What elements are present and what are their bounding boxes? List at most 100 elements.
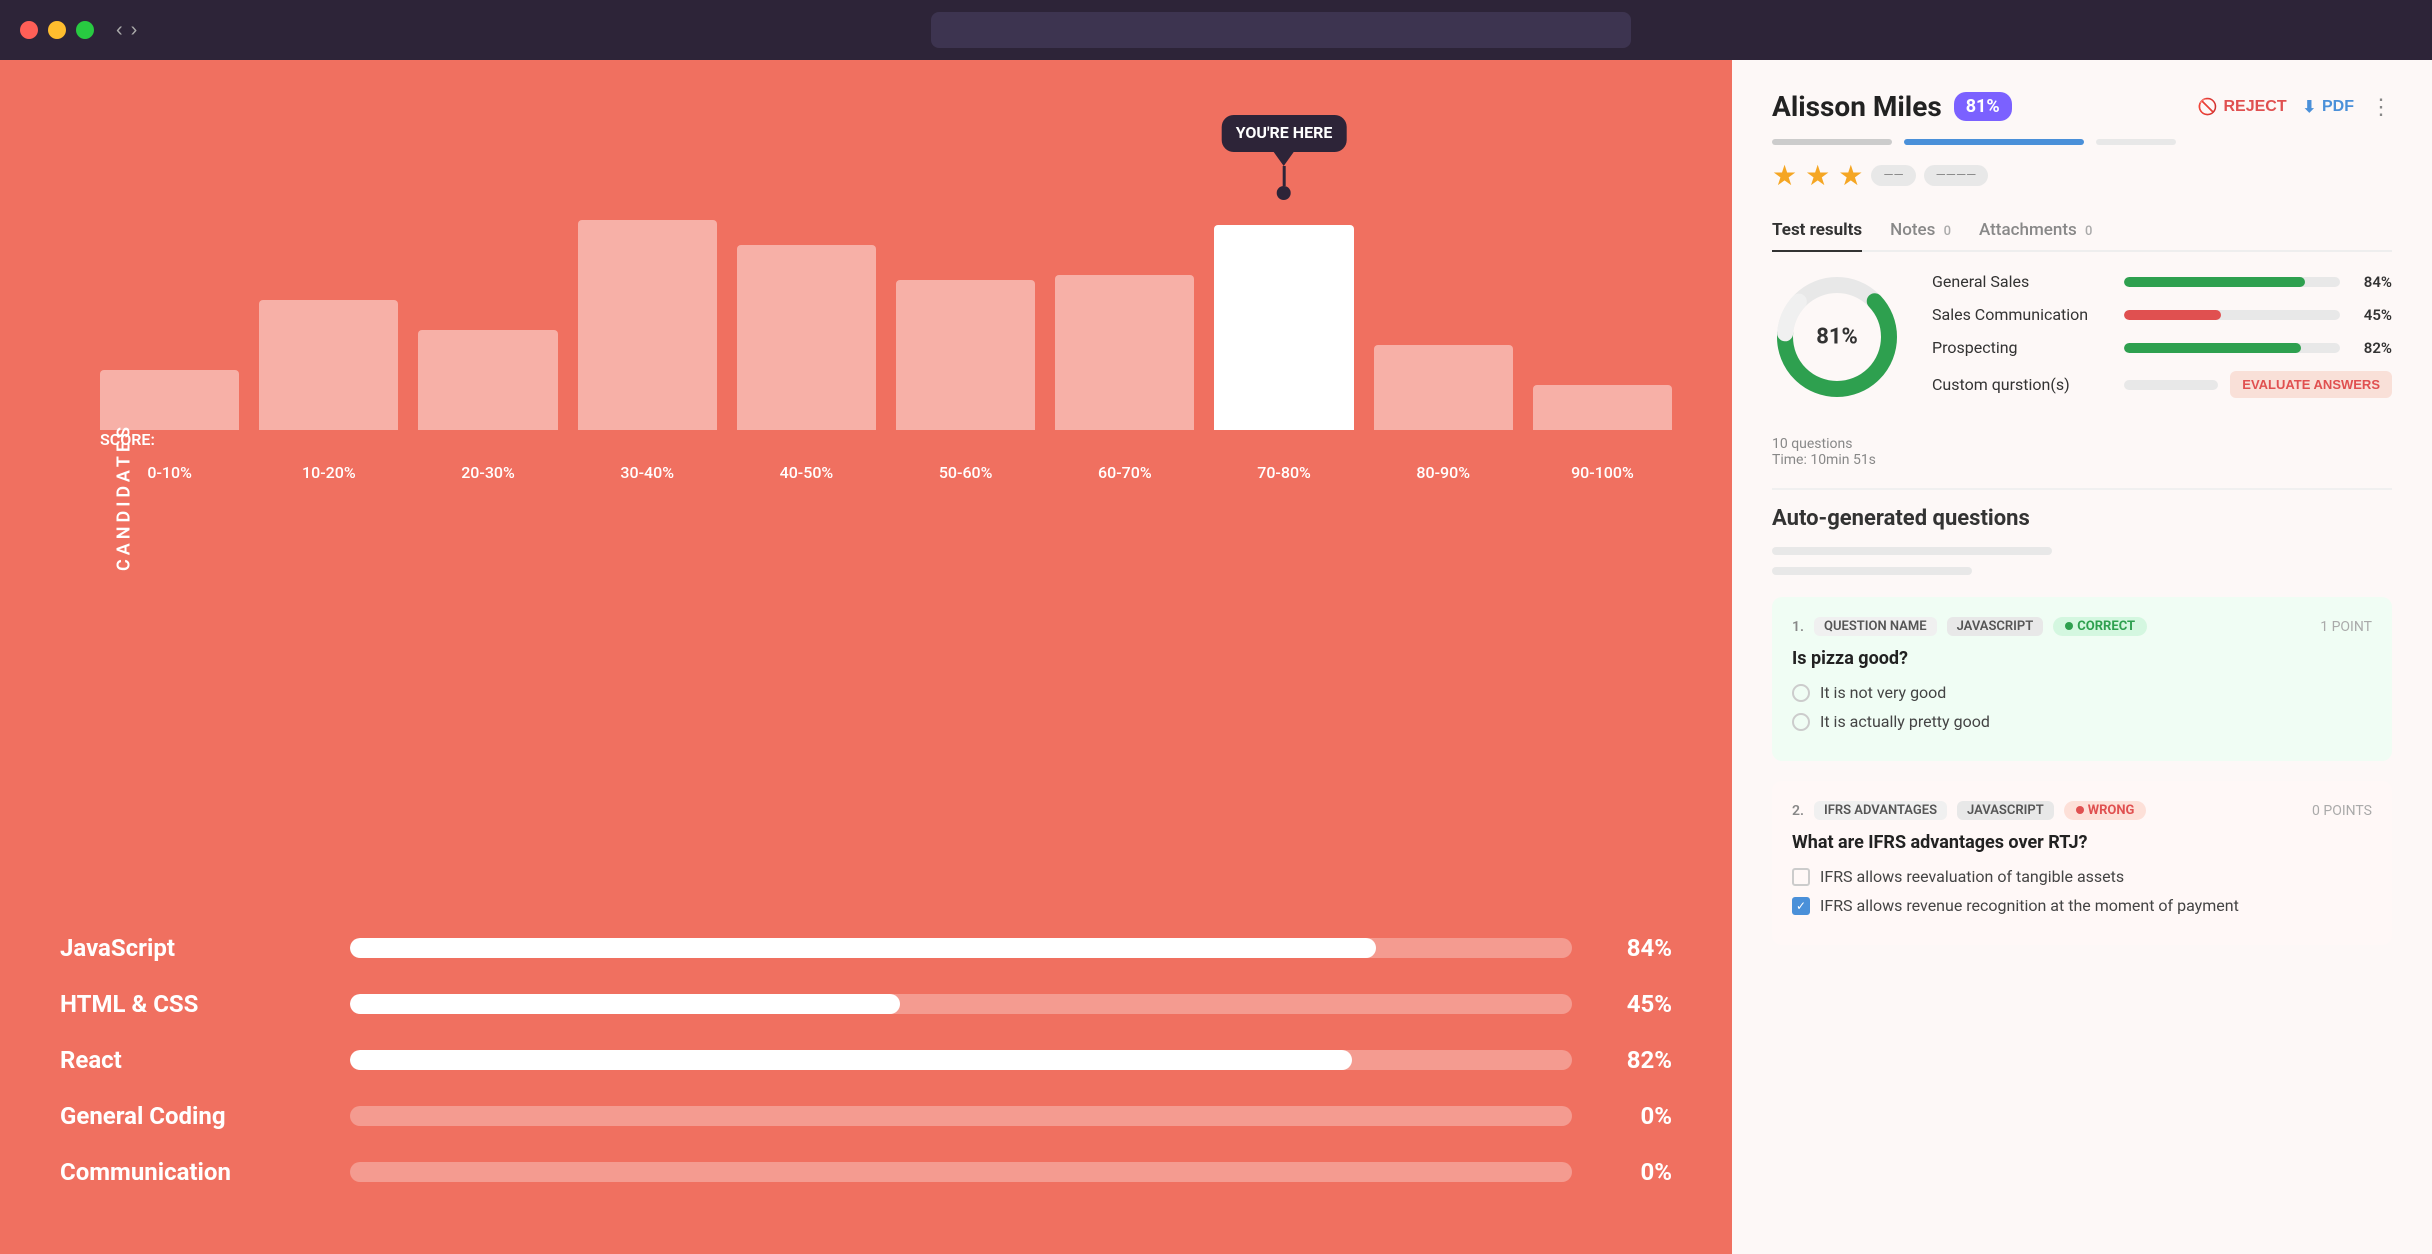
skill-row-3: General Coding 0% — [60, 1102, 1672, 1130]
address-bar[interactable] — [931, 12, 1631, 48]
rating-pill-1: —— — [1871, 165, 1915, 186]
bar-8 — [1374, 345, 1513, 430]
question-status-1: WRONG — [2064, 801, 2147, 820]
bar-col-1 — [259, 300, 398, 430]
metric-row-0: General Sales 84% — [1932, 272, 2392, 291]
question-title-0: Is pizza good? — [1792, 648, 2372, 669]
test-info: 10 questions Time: 10min 51s — [1772, 436, 2392, 468]
skill-pct-3: 0% — [1602, 1102, 1672, 1130]
question-points-0: 1 POINT — [2320, 619, 2372, 635]
question-option-1-0[interactable]: IFRS allows reevaluation of tangible ass… — [1792, 867, 2372, 886]
radio-icon — [1792, 713, 1810, 731]
donut-chart: 81% — [1772, 272, 1902, 402]
question-points-1: 0 POINTS — [2312, 803, 2372, 819]
bar-col-7: YOU'RE HERE — [1214, 225, 1353, 430]
metric-pct-1: 45% — [2352, 306, 2392, 324]
skill-bar-bg-4 — [350, 1162, 1572, 1182]
x-label-3: 30-40% — [578, 463, 717, 482]
metric-bar-bg-3 — [2124, 380, 2218, 390]
bar-7: YOU'RE HERE — [1214, 225, 1353, 430]
back-button[interactable]: ‹ — [116, 19, 123, 42]
bar-1 — [259, 300, 398, 430]
candidate-header: Alisson Miles 81% 🚫 REJECT ⬇ PDF ⋮ — [1772, 90, 2392, 123]
skill-bar-bg-1 — [350, 994, 1572, 1014]
question-option-1-1[interactable]: ✓ IFRS allows revenue recognition at the … — [1792, 896, 2372, 915]
question-tech-tag-1: JAVASCRIPT — [1957, 801, 2054, 820]
question-card-1: 2.IFRS ADVANTAGESJAVASCRIPTWRONG0 POINTS… — [1772, 781, 2392, 945]
question-status-0: CORRECT — [2053, 617, 2147, 636]
bar-0 — [100, 370, 239, 430]
skill-name-2: React — [60, 1046, 320, 1074]
tab-attachments[interactable]: Attachments 0 — [1979, 210, 2092, 252]
reject-icon: 🚫 — [2198, 97, 2218, 117]
candidate-name: Alisson Miles — [1772, 90, 1942, 123]
tab-notes[interactable]: Notes 0 — [1890, 210, 1951, 252]
star-1[interactable]: ★ — [1772, 159, 1797, 192]
tab-test-results[interactable]: Test results — [1772, 210, 1862, 252]
question-name-tag-0: QUESTION NAME — [1814, 617, 1937, 636]
bar-col-2 — [418, 330, 557, 430]
skill-name-0: JavaScript — [60, 934, 320, 962]
radio-icon — [1792, 684, 1810, 702]
pdf-icon: ⬇ — [2303, 97, 2316, 117]
metric-bar-fill-1 — [2124, 310, 2221, 320]
question-title-1: What are IFRS advantages over RTJ? — [1792, 832, 2372, 853]
metric-bar-bg-0 — [2124, 277, 2340, 287]
pdf-button[interactable]: ⬇ PDF — [2303, 97, 2354, 117]
progress-bars-top — [1772, 139, 2392, 145]
question-card-0: 1.QUESTION NAMEJAVASCRIPTCORRECT1 POINTI… — [1772, 597, 2392, 761]
skill-row-0: JavaScript84% — [60, 934, 1672, 962]
question-option-0-1[interactable]: It is actually pretty good — [1792, 712, 2372, 731]
x-label-4: 40-50% — [737, 463, 876, 482]
checkbox-icon: ✓ — [1792, 897, 1810, 915]
header-actions: 🚫 REJECT ⬇ PDF ⋮ — [2198, 94, 2392, 120]
bar-3 — [578, 220, 717, 430]
evaluate-answers-button[interactable]: EVALUATE ANSWERS — [2230, 371, 2392, 398]
metric-pct-0: 84% — [2352, 273, 2392, 291]
reject-button[interactable]: 🚫 REJECT — [2198, 97, 2287, 117]
you-are-here-tail — [1283, 166, 1286, 186]
x-label-7: 70-80% — [1214, 463, 1353, 482]
metric-name-3: Custom qurstion(s) — [1932, 375, 2112, 394]
forward-button[interactable]: › — [131, 19, 138, 42]
metrics-list: General Sales 84% Sales Communication 45% Pr… — [1932, 272, 2392, 412]
score-label: SCORE: — [60, 430, 1672, 449]
you-are-here-bubble: YOU'RE HERE — [1222, 115, 1347, 152]
skills-section: JavaScript84%HTML & CSS45%React82%Genera… — [60, 934, 1672, 1214]
you-are-here-pointer — [1274, 152, 1294, 166]
maximize-button[interactable] — [76, 21, 94, 39]
candidates-axis-label: CANDIDATES — [114, 423, 135, 571]
metric-name-1: Sales Communication — [1932, 305, 2112, 324]
progress-bar-3 — [2096, 139, 2176, 145]
divider-1 — [1772, 488, 2392, 490]
skill-name-4: Communication — [60, 1158, 320, 1186]
option-text-1-1: IFRS allows revenue recognition at the m… — [1820, 896, 2239, 915]
more-options-button[interactable]: ⋮ — [2370, 94, 2392, 120]
rating-pill-2: ———— — [1924, 165, 1989, 186]
chart-container: CANDIDATES YOU'RE HERE SCORE: 0-10%10-20… — [60, 110, 1672, 884]
question-option-0-0[interactable]: It is not very good — [1792, 683, 2372, 702]
skill-name-3: General Coding — [60, 1102, 320, 1130]
x-label-1: 10-20% — [259, 463, 398, 482]
sub-bar-1 — [1772, 547, 2052, 555]
you-are-here-indicator: YOU'RE HERE — [1222, 115, 1347, 200]
bar-col-5 — [896, 280, 1035, 430]
metric-name-0: General Sales — [1932, 272, 2112, 291]
star-3[interactable]: ★ — [1838, 159, 1863, 192]
bars-wrapper: YOU'RE HERE — [60, 110, 1672, 430]
stars-row: ★ ★ ★ —— ———— — [1772, 159, 2392, 192]
star-2[interactable]: ★ — [1805, 159, 1830, 192]
bar-col-4 — [737, 245, 876, 430]
donut-label: 81% — [1816, 325, 1858, 350]
bar-9 — [1533, 385, 1672, 430]
metric-row-2: Prospecting82% — [1932, 338, 2392, 357]
progress-bar-2 — [1904, 139, 2084, 145]
close-button[interactable] — [20, 21, 38, 39]
sub-bar-2 — [1772, 567, 1972, 575]
skill-bar-bg-0 — [350, 938, 1572, 958]
minimize-button[interactable] — [48, 21, 66, 39]
right-panel[interactable]: Alisson Miles 81% 🚫 REJECT ⬇ PDF ⋮ — [1732, 60, 2432, 1254]
skill-bar-bg-2 — [350, 1050, 1572, 1070]
option-text-0-1: It is actually pretty good — [1820, 712, 1990, 731]
skill-bar-bg-3 — [350, 1106, 1572, 1126]
